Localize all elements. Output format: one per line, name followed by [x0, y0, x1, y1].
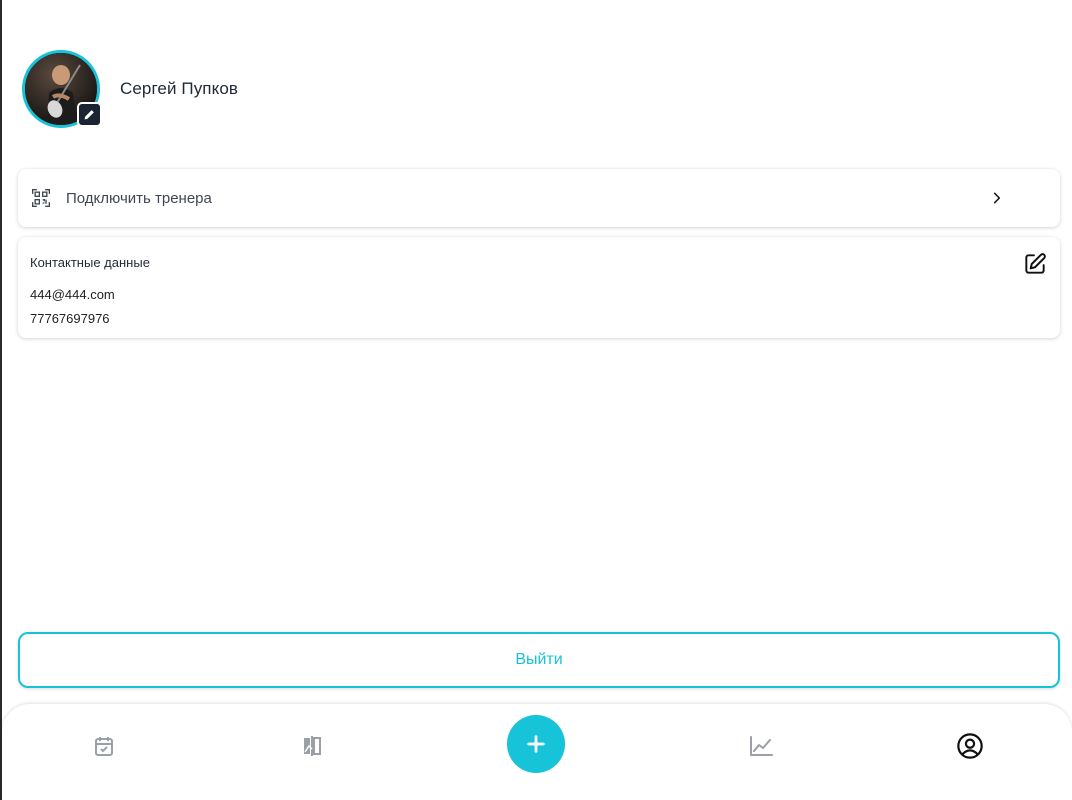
avatar-edit-button[interactable] — [77, 102, 102, 127]
tab-statistics[interactable] — [747, 732, 775, 760]
connect-coach-item[interactable]: Подключить тренера — [18, 169, 1060, 227]
profile-header: Сергей Пупков — [22, 50, 238, 128]
profile-name: Сергей Пупков — [120, 79, 239, 98]
add-button[interactable] — [507, 715, 565, 773]
bottom-tab-bar — [2, 704, 1072, 800]
edit-icon[interactable] — [1022, 251, 1048, 277]
avatar-container — [22, 50, 102, 128]
contact-info-title: Контактные данные — [30, 255, 150, 270]
chart-icon — [750, 736, 773, 756]
tab-calendar[interactable] — [90, 732, 118, 760]
qr-code-icon — [30, 187, 52, 209]
profile-icon — [957, 733, 983, 759]
contact-phone: 77767697976 — [30, 311, 110, 326]
contact-info-card: Контактные данные 444@444.com 7776769797… — [18, 237, 1060, 338]
pencil-icon — [84, 110, 94, 120]
tab-compare[interactable] — [298, 732, 326, 760]
window-edge — [0, 0, 2, 800]
connect-coach-label: Подключить тренера — [66, 189, 212, 207]
chevron-right-icon — [988, 189, 1006, 207]
contact-email: 444@444.com — [30, 287, 115, 302]
logout-button[interactable]: Выйти — [18, 632, 1060, 688]
compare-icon — [304, 736, 321, 756]
tab-profile[interactable] — [956, 732, 984, 760]
add-icon — [527, 735, 545, 753]
calendar-check-icon — [95, 737, 113, 756]
